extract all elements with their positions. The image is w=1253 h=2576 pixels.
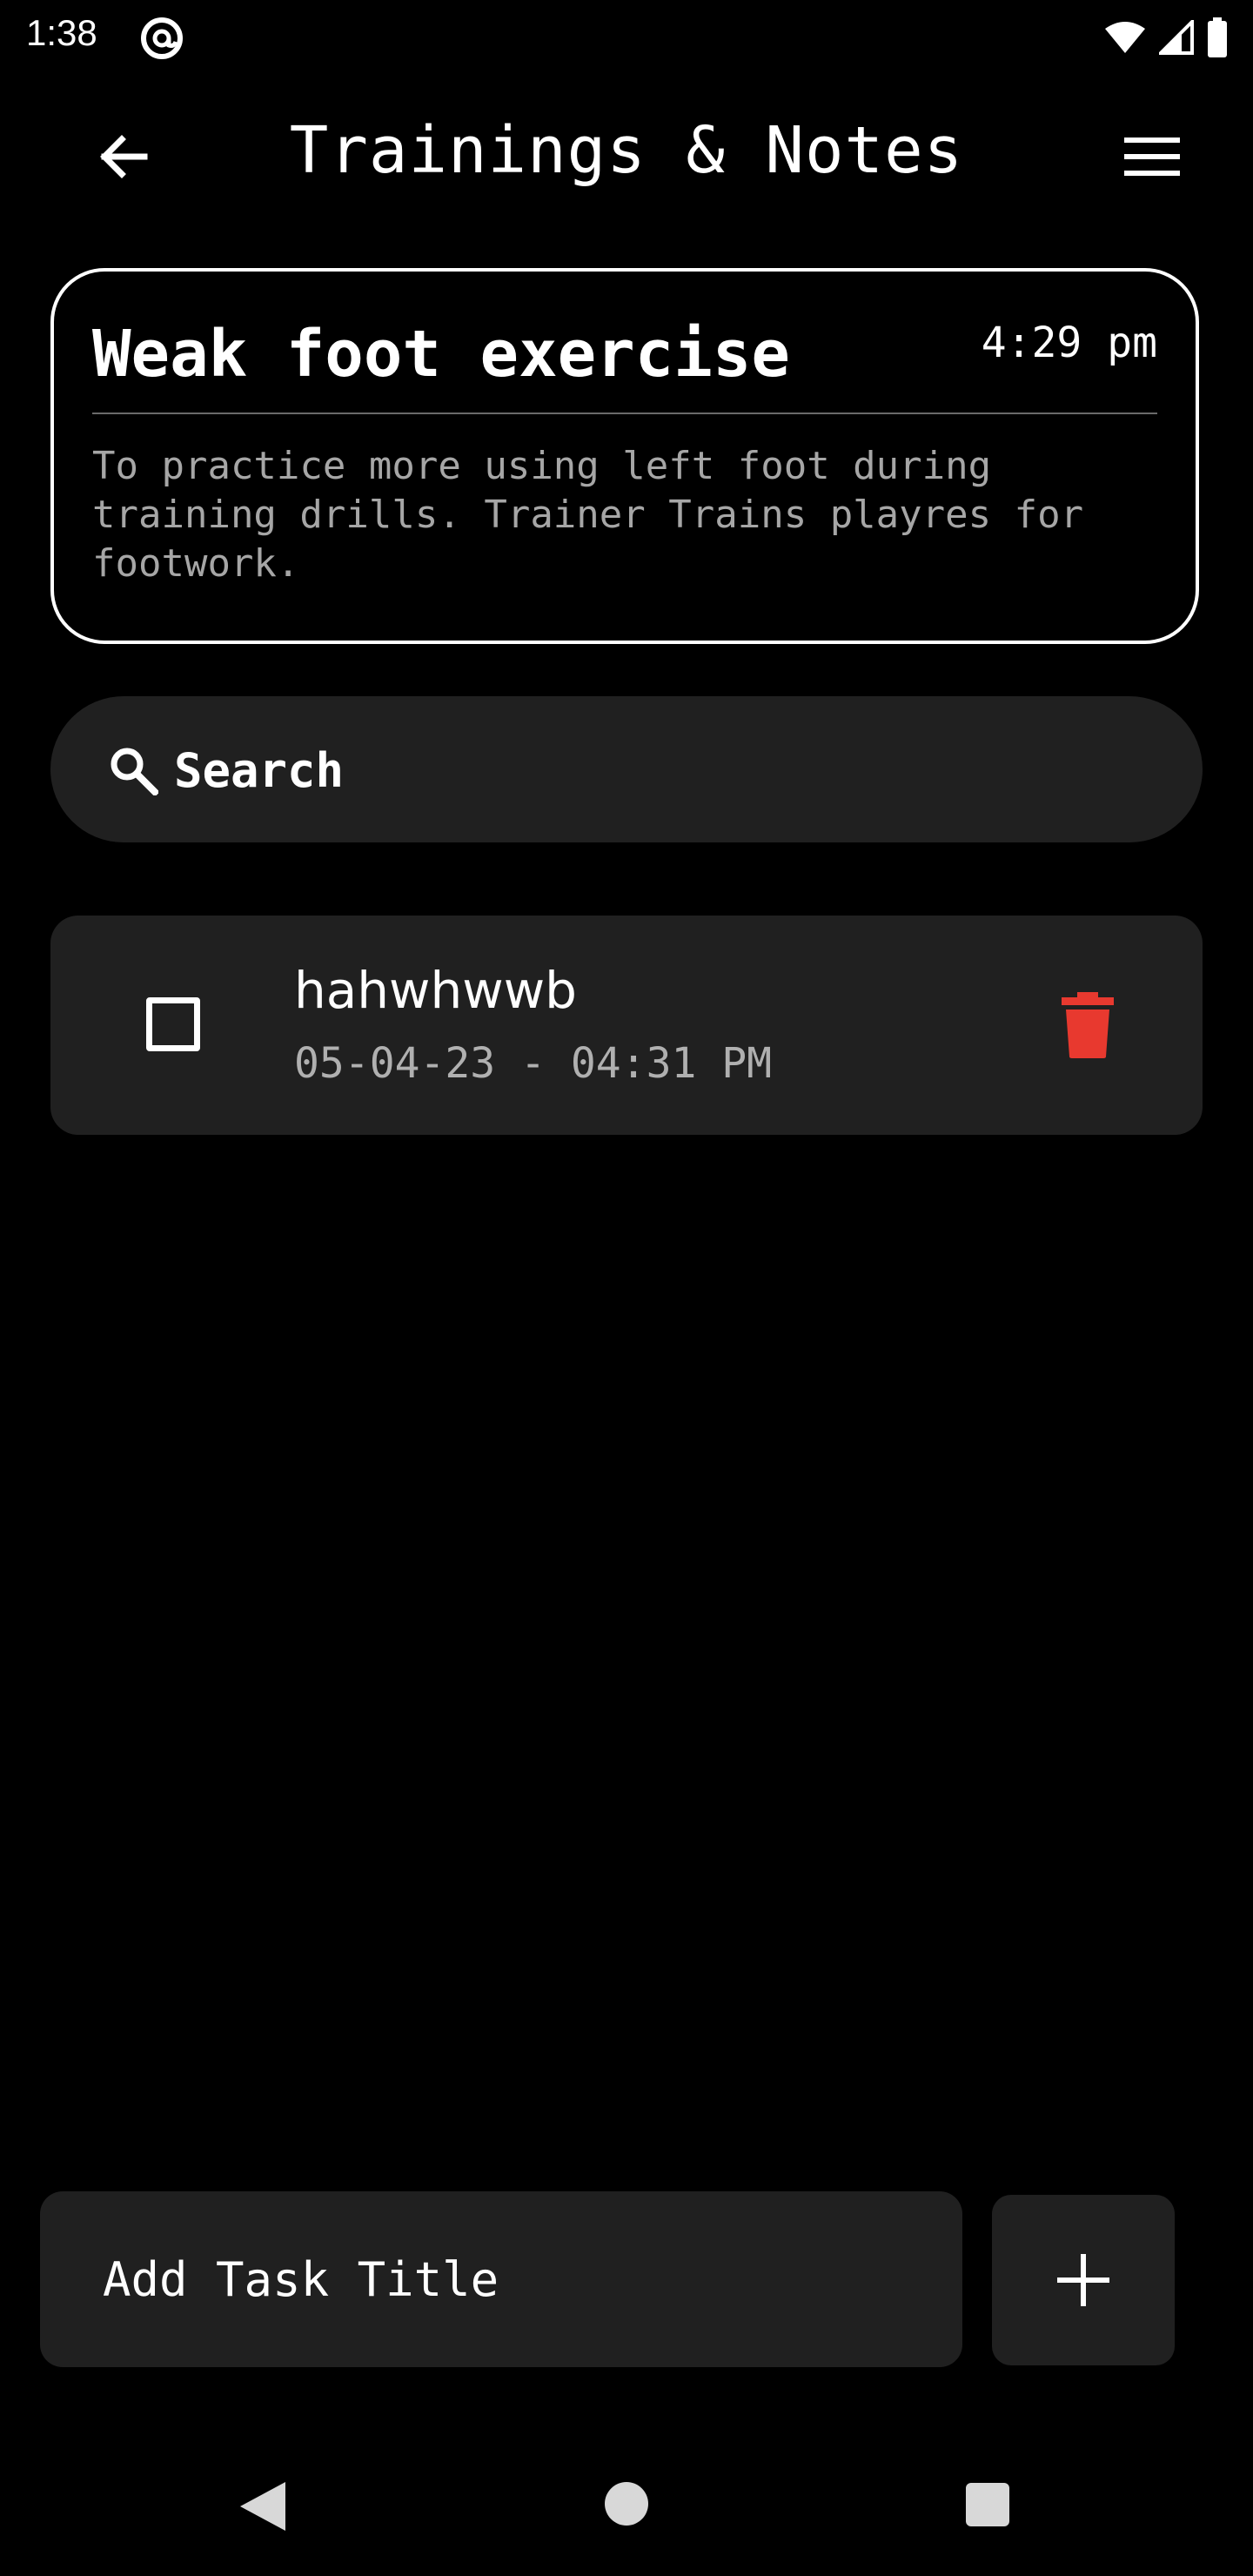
nav-recents-icon[interactable] xyxy=(966,2483,1009,2526)
plus-icon xyxy=(1057,2254,1109,2306)
at-sign-icon xyxy=(141,17,183,59)
cellular-signal-icon xyxy=(1159,20,1194,55)
search-bar[interactable]: Search xyxy=(50,696,1203,842)
status-time: 1:38 xyxy=(26,12,97,53)
note-description: To practice more using left foot during … xyxy=(92,444,1084,586)
note-divider xyxy=(92,413,1157,414)
status-icons xyxy=(1103,16,1229,59)
trash-icon[interactable] xyxy=(1060,992,1116,1058)
wifi-icon xyxy=(1105,22,1145,53)
search-label: Search xyxy=(174,743,345,798)
note-card[interactable]: Weak foot exercise 4:29 pm To practice m… xyxy=(50,268,1199,644)
app-bar: Trainings & Notes xyxy=(0,96,1253,200)
search-icon xyxy=(111,748,158,795)
task-datetime: 05-04-23 - 04:31 PM xyxy=(294,1039,773,1088)
system-nav-bar xyxy=(0,2437,1253,2576)
note-time: 4:29 pm xyxy=(981,319,1157,367)
status-bar: 1:38 xyxy=(0,0,1253,73)
menu-icon xyxy=(1124,138,1180,176)
task-title: hahwhwwb xyxy=(294,961,577,1020)
task-checkbox[interactable] xyxy=(146,997,200,1051)
nav-back-icon[interactable] xyxy=(237,2479,289,2534)
menu-button[interactable] xyxy=(1107,111,1197,202)
battery-icon xyxy=(1208,17,1227,57)
add-task-input[interactable] xyxy=(40,2191,962,2367)
note-title: Weak foot exercise xyxy=(92,317,790,392)
nav-home-icon[interactable] xyxy=(605,2482,648,2526)
page-title: Trainings & Notes xyxy=(289,113,964,188)
task-item[interactable]: hahwhwwb 05-04-23 - 04:31 PM xyxy=(50,916,1203,1135)
add-task-button[interactable] xyxy=(992,2195,1175,2365)
